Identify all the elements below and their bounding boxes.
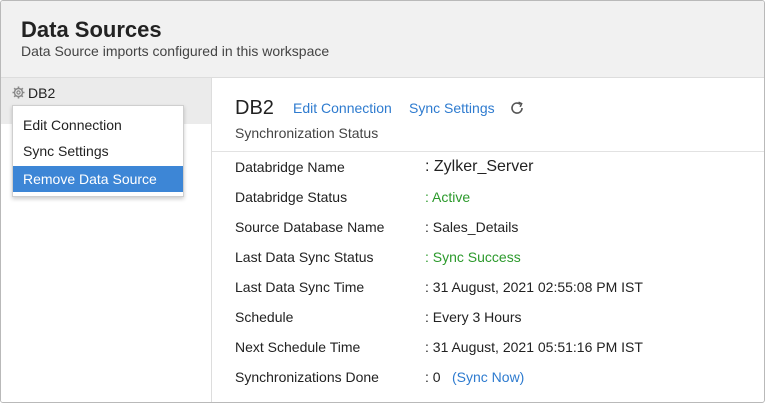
menu-item-edit-connection[interactable]: Edit Connection	[13, 112, 183, 138]
row-value-next-schedule-time: : 31 August, 2021 05:51:16 PM IST	[425, 339, 643, 355]
row-value-databridge-name: : Zylker_Server	[425, 158, 534, 175]
row-value-schedule: : Every 3 Hours	[425, 309, 522, 325]
row-label: Last Data Sync Time	[235, 279, 365, 295]
context-menu: Edit Connection Sync Settings Remove Dat…	[12, 105, 184, 197]
sync-settings-link[interactable]: Sync Settings	[409, 100, 495, 116]
row-label: Next Schedule Time	[235, 339, 361, 355]
menu-item-sync-settings[interactable]: Sync Settings	[13, 138, 183, 164]
edit-connection-link[interactable]: Edit Connection	[293, 100, 392, 116]
page-subtitle: Data Source imports configured in this w…	[21, 43, 330, 59]
datasource-title: DB2	[235, 97, 274, 119]
sidebar-item-label: DB2	[28, 85, 56, 101]
page-title: Data Sources	[21, 17, 162, 42]
row-value-sync-count: : 0	[425, 369, 441, 385]
row-value-databridge-status: : Active	[425, 189, 471, 205]
row-label: Last Data Sync Status	[235, 249, 374, 265]
row-label: Source Database Name	[235, 219, 385, 235]
row-label: Databridge Name	[235, 159, 345, 175]
row-label: Schedule	[235, 309, 294, 325]
section-label: Synchronization Status	[235, 125, 379, 141]
app-window: Data Sources Data Source imports configu…	[0, 0, 765, 403]
row-label: Synchronizations Done	[235, 369, 379, 385]
menu-item-remove-data-source[interactable]: Remove Data Source	[13, 166, 183, 192]
row-value-last-sync-time: : 31 August, 2021 02:55:08 PM IST	[425, 279, 643, 295]
gear-icon[interactable]	[12, 86, 25, 99]
page-header: Data Sources Data Source imports configu…	[1, 1, 764, 78]
row-value-last-sync-status: : Sync Success	[425, 249, 521, 265]
refresh-icon[interactable]	[508, 99, 526, 117]
row-label: Databridge Status	[235, 189, 348, 205]
row-value-source-database: : Sales_Details	[425, 219, 519, 235]
sync-now-link[interactable]: (Sync Now)	[452, 369, 524, 385]
divider	[212, 151, 764, 152]
main-panel: DB2 Edit Connection Sync Settings Synchr…	[212, 78, 764, 402]
